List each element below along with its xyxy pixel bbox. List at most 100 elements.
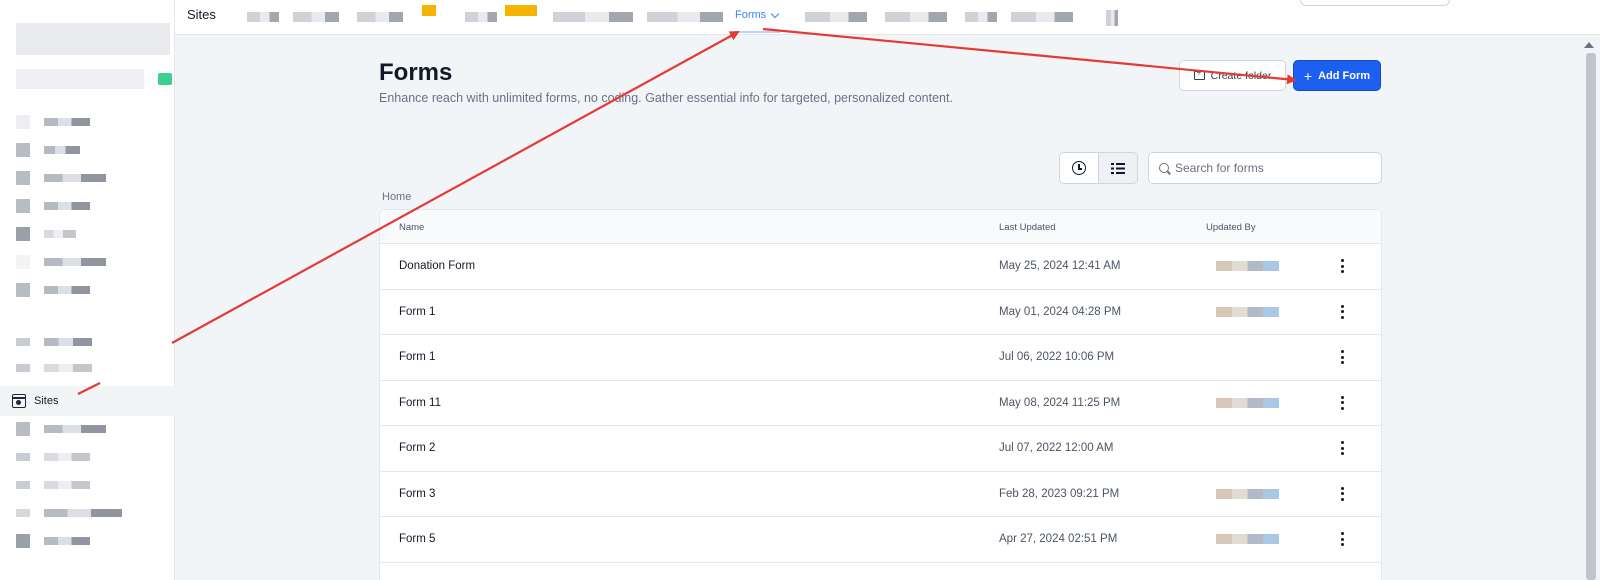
- form-name[interactable]: Donation Form: [399, 260, 475, 272]
- nav-tab[interactable]: [293, 12, 339, 22]
- column-header-updated-by[interactable]: Updated By: [1206, 222, 1256, 233]
- updated-by-avatar: [1216, 488, 1279, 499]
- sidebar-account-switcher[interactable]: [16, 23, 170, 55]
- nav-tab[interactable]: [647, 12, 723, 22]
- sites-icon: [12, 394, 26, 408]
- search-icon: [1159, 163, 1169, 173]
- sidebar-item[interactable]: [16, 282, 90, 298]
- column-header-name[interactable]: Name: [399, 222, 424, 233]
- table-body: Donation Form May 25, 2024 12:41 AM Form 1…: [380, 244, 1381, 563]
- sidebar-item-label: Sites: [34, 395, 59, 407]
- sidebar-item[interactable]: [16, 142, 80, 158]
- breadcrumb[interactable]: Home: [382, 191, 411, 203]
- forms-table: Name Last Updated Updated By Donation Fo…: [379, 209, 1382, 580]
- form-name[interactable]: Form 11: [399, 397, 441, 409]
- create-folder-label: Create folder: [1210, 69, 1272, 82]
- kebab-menu-icon[interactable]: [1335, 530, 1349, 548]
- sidebar-item[interactable]: [16, 477, 90, 493]
- form-name[interactable]: Form 3: [399, 488, 435, 500]
- scroll-up-arrow[interactable]: [1584, 42, 1594, 48]
- top-nav: Sites Forms: [175, 0, 1600, 35]
- view-toggle: [1059, 152, 1138, 184]
- add-form-button[interactable]: + Add Form: [1293, 60, 1381, 91]
- sidebar: Sites: [0, 0, 175, 580]
- sidebar-item[interactable]: [16, 334, 92, 350]
- last-updated: May 01, 2024 04:28 PM: [999, 305, 1122, 318]
- sidebar-item[interactable]: [16, 226, 76, 242]
- table-row[interactable]: Form 1 Jul 06, 2022 10:06 PM: [380, 335, 1381, 381]
- sidebar-badge: [158, 73, 172, 85]
- sidebar-item[interactable]: [16, 254, 106, 270]
- table-row[interactable]: Form 5 Apr 27, 2024 02:51 PM: [380, 517, 1381, 563]
- nav-tab[interactable]: [965, 12, 997, 22]
- table-row[interactable]: Form 1 May 01, 2024 04:28 PM: [380, 290, 1381, 335]
- last-updated: Feb 28, 2023 09:21 PM: [999, 487, 1120, 500]
- tab-forms[interactable]: Forms: [735, 9, 780, 21]
- nav-tab[interactable]: [357, 12, 403, 22]
- sidebar-item[interactable]: [16, 360, 92, 376]
- clock-icon: [1072, 161, 1086, 175]
- table-row[interactable]: Form 2 Jul 07, 2022 12:00 AM: [380, 426, 1381, 472]
- nav-title: Sites: [187, 7, 216, 22]
- last-updated: May 25, 2024 12:41 AM: [999, 260, 1121, 272]
- create-folder-button[interactable]: Create folder: [1179, 60, 1286, 91]
- folder-plus-icon: [1193, 68, 1205, 80]
- form-name[interactable]: Form 2: [399, 442, 435, 454]
- form-name[interactable]: Form 1: [399, 306, 435, 318]
- sidebar-item[interactable]: [16, 198, 90, 214]
- table-row[interactable]: Form 11 May 08, 2024 11:25 PM: [380, 381, 1381, 426]
- view-list-button[interactable]: [1098, 153, 1137, 183]
- nav-badge: [422, 5, 436, 16]
- updated-by-avatar: [1216, 443, 1279, 453]
- kebab-menu-icon[interactable]: [1335, 257, 1349, 275]
- sidebar-item[interactable]: [16, 421, 106, 437]
- kebab-menu-icon[interactable]: [1335, 394, 1349, 412]
- sidebar-item[interactable]: [16, 533, 90, 549]
- list-icon: [1111, 162, 1125, 174]
- sidebar-search[interactable]: [16, 69, 144, 89]
- nav-tab[interactable]: [247, 12, 279, 22]
- nav-tab[interactable]: [1011, 12, 1073, 22]
- updated-by-avatar: [1216, 352, 1279, 362]
- nav-tab[interactable]: [1106, 10, 1118, 26]
- last-updated: Jul 07, 2022 12:00 AM: [999, 442, 1114, 454]
- sidebar-item-sites[interactable]: Sites: [0, 386, 175, 416]
- updated-by-avatar: [1216, 397, 1279, 408]
- tab-forms-label: Forms: [735, 9, 767, 21]
- page-description: Enhance reach with unlimited forms, no c…: [379, 91, 953, 105]
- form-name[interactable]: Form 1: [399, 351, 435, 363]
- chevron-down-icon: [770, 9, 780, 18]
- sidebar-item[interactable]: [16, 170, 106, 186]
- plus-icon: +: [1303, 67, 1313, 84]
- view-recent-button[interactable]: [1060, 153, 1098, 183]
- updated-by-avatar: [1216, 261, 1279, 271]
- search-input[interactable]: [1175, 161, 1375, 175]
- last-updated: May 08, 2024 11:25 PM: [999, 396, 1121, 409]
- page-title: Forms: [379, 59, 453, 86]
- updated-by-avatar: [1216, 306, 1279, 317]
- last-updated: Apr 27, 2024 02:51 PM: [999, 533, 1118, 545]
- column-header-last-updated[interactable]: Last Updated: [999, 222, 1056, 233]
- nav-tab[interactable]: [553, 12, 633, 22]
- kebab-menu-icon[interactable]: [1335, 485, 1349, 503]
- updated-by-avatar: [1216, 534, 1279, 544]
- sidebar-item[interactable]: [16, 114, 90, 130]
- nav-tab[interactable]: [805, 12, 867, 22]
- table-row[interactable]: Form 3 Feb 28, 2023 09:21 PM: [380, 472, 1381, 517]
- search-box: [1148, 152, 1382, 184]
- last-updated: Jul 06, 2022 10:06 PM: [999, 351, 1115, 363]
- active-tab-indicator: [735, 31, 780, 33]
- sidebar-item[interactable]: [16, 505, 122, 521]
- kebab-menu-icon[interactable]: [1335, 439, 1349, 457]
- kebab-menu-icon[interactable]: [1335, 303, 1349, 321]
- form-name[interactable]: Form 5: [399, 533, 435, 545]
- nav-badge: [505, 5, 537, 16]
- nav-tab[interactable]: [885, 12, 947, 22]
- nav-tab[interactable]: [465, 12, 497, 22]
- sidebar-item[interactable]: [16, 449, 90, 465]
- kebab-menu-icon[interactable]: [1335, 348, 1349, 366]
- account-menu[interactable]: [1300, 0, 1450, 6]
- table-header: Name Last Updated Updated By: [380, 210, 1381, 244]
- table-row[interactable]: Donation Form May 25, 2024 12:41 AM: [380, 244, 1381, 290]
- scrollbar-thumb[interactable]: [1586, 53, 1596, 580]
